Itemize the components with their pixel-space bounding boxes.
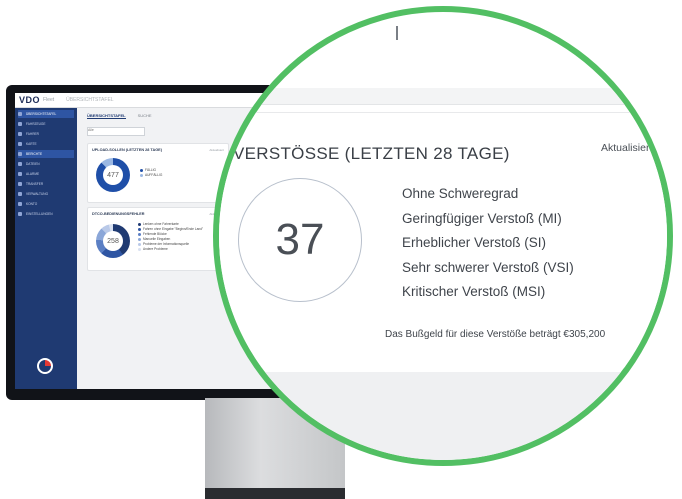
sidebar-item-icon: [18, 122, 22, 126]
legend-label: Lenken ohne Fahrerkarte: [143, 222, 179, 226]
magnified-view: VERSTÖSSE (LETZTEN 28 TAGE) Aktualisier …: [219, 12, 667, 460]
sidebar-item[interactable]: KARTE: [18, 140, 74, 148]
sidebar-item-label: FAHRER: [26, 132, 39, 136]
sidebar-item-label: KARTE: [26, 142, 37, 146]
sidebar-item[interactable]: ÜBERSICHTSTAFEL: [18, 110, 74, 118]
sidebar-item[interactable]: VERWALTUNG: [18, 190, 74, 198]
dtco-legend: Lenken ohne Fahrerkarte Fahren ohne Einga…: [138, 222, 203, 252]
sidebar-item[interactable]: BERICHTE: [18, 150, 74, 158]
legend-label: Andere Probleme: [143, 247, 168, 251]
sidebar-item-label: FAHRZEUGE: [26, 122, 46, 126]
violation-categories: Ohne Schweregrad Geringfügiger Verstoß (…: [402, 182, 574, 305]
app-logo: VDO: [19, 95, 41, 105]
app-logo-sub: Fleet: [43, 97, 55, 103]
sidebar-item[interactable]: FAHRER: [18, 130, 74, 138]
category-very-serious: Sehr schwerer Verstoß (VSI): [402, 259, 574, 275]
sidebar-item-icon: [18, 152, 22, 156]
legend-swatch: [138, 237, 141, 241]
violations-total-circle: 37: [238, 178, 362, 302]
sidebar-item-label: ÜBERSICHTSTAFEL: [26, 112, 57, 116]
sidebar-item[interactable]: FAHRZEUGE: [18, 120, 74, 128]
sidebar-item-icon: [18, 202, 22, 206]
sidebar-item[interactable]: EINSTELLUNGEN: [18, 210, 74, 218]
sidebar-item-label: VERWALTUNG: [26, 192, 49, 196]
sidebar-item-label: ALARME: [26, 172, 40, 176]
legend-label: Manuelle Eingaben: [143, 237, 171, 241]
sidebar-item-label: KONTO: [26, 202, 38, 206]
legend-swatch: [138, 222, 141, 226]
category-critical: Kritischer Verstoß (MSI): [402, 284, 546, 299]
sidebar-item-label: TRANSFER: [26, 182, 44, 186]
sidebar-item[interactable]: ALARME: [18, 170, 74, 178]
sidebar-item-label: DATEIEN: [26, 162, 40, 166]
brand-logo-icon: [37, 358, 53, 374]
breadcrumb: ÜBERSICHTSTAFEL: [66, 97, 114, 103]
legend-label: Fehlende Blöcke: [143, 232, 167, 236]
sidebar-item-icon: [18, 112, 22, 116]
legend-swatch: [140, 168, 143, 172]
uploads-total: 477: [103, 165, 123, 185]
violations-total: 37: [275, 215, 325, 264]
legend-item: AUFFÄLLIG: [140, 173, 162, 178]
uploads-donut-chart: 477: [96, 158, 130, 192]
magnified-header-band: [219, 88, 667, 105]
legend-item: Andere Probleme: [138, 247, 203, 252]
legend-swatch: [138, 227, 141, 231]
sidebar-item-label: EINSTELLUNGEN: [26, 212, 53, 216]
dtco-card-title: DTCO-BEDIENUNGSFEHLER: [92, 212, 145, 216]
legend-label: Probleme der Informationsquelle: [143, 242, 190, 246]
sidebar-item-icon: [18, 212, 22, 216]
violations-title: VERSTÖSSE (LETZTEN 28 TAGE): [233, 144, 510, 163]
legend-label: Fahren ohne Eingabe "Beginn/Ende Land": [143, 227, 204, 231]
category-serious: Erheblicher Verstoß (SI): [402, 235, 547, 250]
monitor-foot: [205, 488, 345, 499]
legend-label: FÄLLIG: [145, 168, 156, 172]
sidebar-item[interactable]: TRANSFER: [18, 180, 74, 188]
sidebar: ÜBERSICHTSTAFEL FAHRZEUGE FAHRER KARTE BERIC…: [15, 108, 77, 389]
category-minor: Geringfügiger Verstoß (MI): [402, 210, 562, 226]
dtco-total: 258: [103, 231, 123, 251]
sidebar-item-icon: [18, 192, 22, 196]
dtco-donut-chart: 258: [96, 224, 130, 258]
sidebar-item-icon: [18, 162, 22, 166]
legend-swatch: [138, 247, 141, 251]
sidebar-item[interactable]: KONTO: [18, 200, 74, 208]
cursor-line: [396, 26, 398, 40]
sidebar-item[interactable]: DATEIEN: [18, 160, 74, 168]
legend-swatch: [140, 173, 143, 177]
sidebar-item-icon: [18, 142, 22, 146]
uploads-card: UPLOAD-SOLLEN (LETZTEN 28 TAGE) Aktualis…: [87, 143, 229, 203]
legend-swatch: [138, 242, 141, 246]
magnifier-lens: VERSTÖSSE (LETZTEN 28 TAGE) Aktualisier …: [213, 6, 673, 466]
fine-summary: Das Bußgeld für diese Verstöße beträgt €…: [385, 329, 606, 340]
legend-swatch: [138, 232, 141, 236]
sidebar-item-icon: [18, 172, 22, 176]
uploads-legend: FÄLLIG AUFFÄLLIG: [140, 168, 162, 178]
sidebar-item-icon: [18, 182, 22, 186]
tab-overview[interactable]: ÜBERSICHTSTAFEL: [87, 113, 126, 119]
magnified-bottom-area: [219, 372, 667, 460]
sidebar-item-label: BERICHTE: [26, 152, 43, 156]
dtco-errors-card: DTCO-BEDIENUNGSFEHLER Aktualisiert 258 L…: [87, 207, 229, 271]
filter-select[interactable]: Alle: [87, 127, 145, 136]
uploads-card-title: UPLOAD-SOLLEN (LETZTEN 28 TAGE): [92, 148, 162, 152]
tab-search[interactable]: SUCHE: [138, 113, 152, 119]
category-no-severity: Ohne Schweregrad: [402, 186, 519, 201]
sidebar-item-icon: [18, 132, 22, 136]
sidebar-list: ÜBERSICHTSTAFEL FAHRZEUGE FAHRER KARTE BERIC…: [15, 110, 77, 218]
refresh-link[interactable]: Aktualisier: [601, 142, 649, 154]
legend-label: AUFFÄLLIG: [145, 173, 163, 177]
